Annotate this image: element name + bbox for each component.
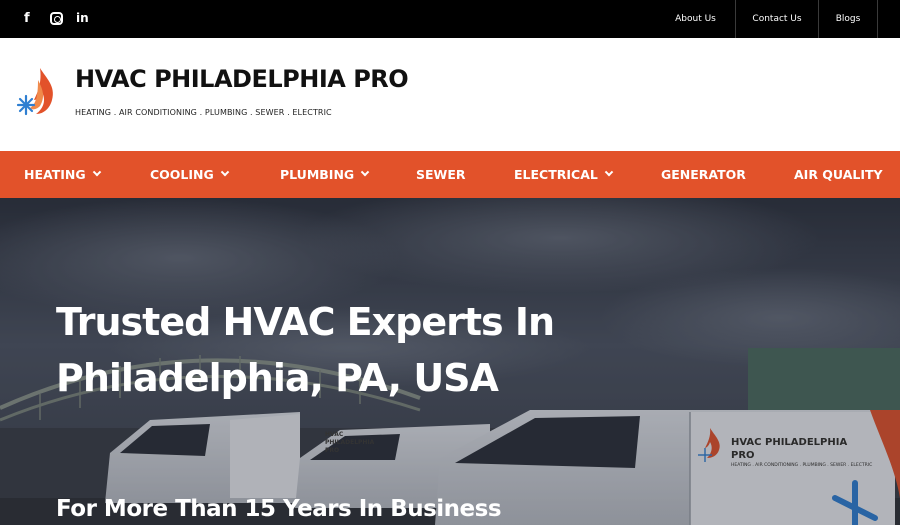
nav-item-label: COOLING [150,167,214,182]
main-nav: HEATING COOLING PLUMBING SEWER ELECTRICA… [0,151,900,198]
chevron-down-icon [220,167,230,176]
top-links: About Us Contact Us Blogs [656,0,878,38]
hero-banner: HVAC PHILADELPHIA PRO HVAC PHILADELPHIA … [0,198,900,525]
nav-item-label: HEATING [24,167,86,182]
chevron-down-icon [92,167,101,176]
chevron-down-icon [360,167,370,176]
top-bar: f in About Us Contact Us Blogs [0,0,900,38]
nav-item-cooling[interactable]: COOLING [150,151,230,198]
instagram-icon[interactable] [50,12,63,25]
nav-item-plumbing[interactable]: PLUMBING [280,151,370,198]
flame-snowflake-logo-icon[interactable] [16,66,58,118]
site-tagline: HEATING . AIR CONDITIONING . PLUMBING . … [75,108,332,117]
nav-item-label: AIR QUALITY [794,167,883,182]
about-us-link[interactable]: About Us [656,0,735,38]
site-header: HVAC PHILADELPHIA PRO HEATING . AIR COND… [0,38,900,151]
van-tagline: HEATING . AIR CONDITIONING . PLUMBING . … [731,463,873,468]
chevron-down-icon [604,167,614,176]
nav-item-electrical[interactable]: ELECTRICAL [514,151,614,198]
contact-us-link[interactable]: Contact Us [735,0,818,38]
nav-item-sewer[interactable]: SEWER [416,151,466,198]
nav-item-generator[interactable]: GENERATOR [661,151,746,198]
blogs-link[interactable]: Blogs [818,0,878,38]
nav-item-label: PLUMBING [280,167,355,182]
linkedin-icon[interactable]: in [76,11,89,25]
van-brand-small: HVAC PHILADELPHIA PRO [325,431,375,454]
hero-subheadline: For More Than 15 Years In Business [56,496,502,522]
facebook-icon[interactable]: f [24,11,30,26]
hero-headline: Trusted HVAC Experts In Philadelphia, PA… [56,300,555,400]
nav-item-heating[interactable]: HEATING [24,151,101,198]
nav-item-label: GENERATOR [661,167,746,182]
van-brand: HVAC PHILADELPHIA PRO [731,437,848,461]
site-title[interactable]: HVAC PHILADELPHIA PRO [75,65,409,93]
nav-item-label: SEWER [416,167,466,182]
nav-item-label: ELECTRICAL [514,167,598,182]
nav-item-air-quality[interactable]: AIR QUALITY [794,151,883,198]
